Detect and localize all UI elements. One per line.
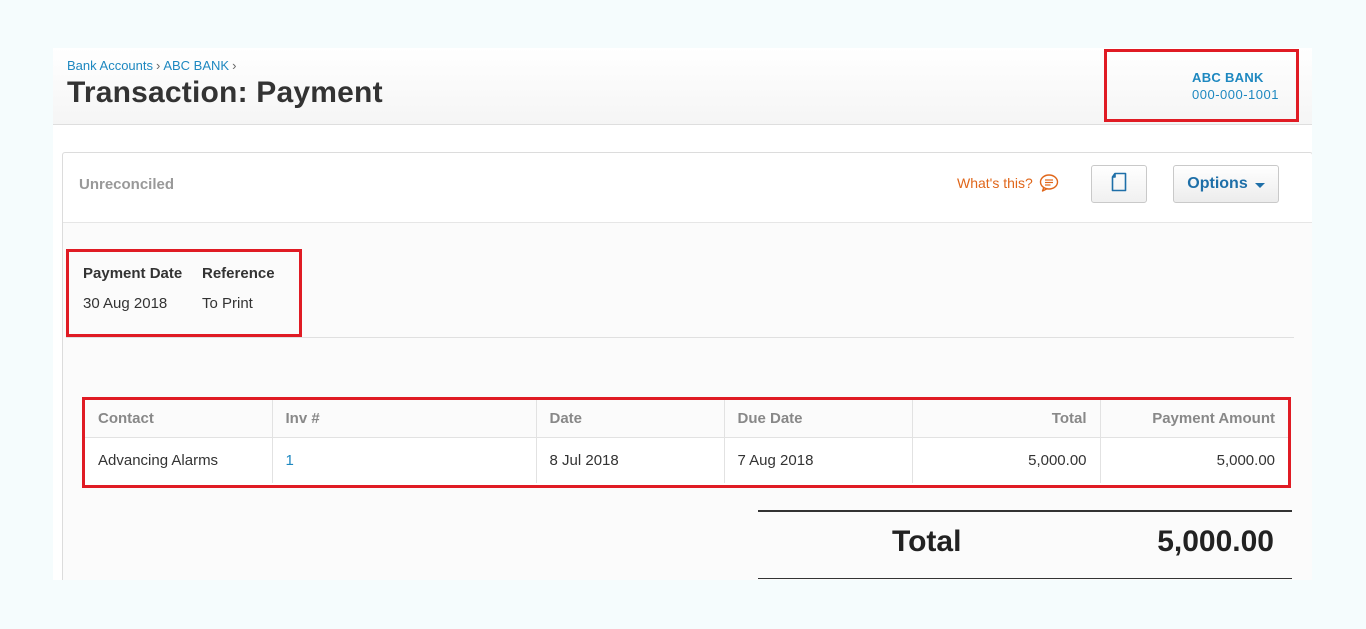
breadcrumb-separator: › <box>156 58 161 73</box>
speech-bubble-icon <box>1039 174 1059 192</box>
table-header-row: Contact Inv # Date Due Date Total Paymen… <box>85 400 1288 438</box>
account-name[interactable]: ABC BANK <box>1192 70 1264 85</box>
cell-date: 8 Jul 2018 <box>536 437 725 483</box>
account-highlight-box: ABC BANK 000-000-1001 <box>1104 49 1299 122</box>
page-title: Transaction: Payment <box>67 76 383 109</box>
options-button[interactable]: Options <box>1173 165 1279 203</box>
column-header-due-date[interactable]: Due Date <box>724 400 913 438</box>
column-header-inv[interactable]: Inv # <box>272 400 537 438</box>
document-icon <box>1111 172 1127 197</box>
cell-payment-amount: 5,000.00 <box>1216 452 1275 469</box>
breadcrumb: Bank Accounts › ABC BANK › <box>67 58 239 73</box>
invoice-table-box: Contact Inv # Date Due Date Total Paymen… <box>82 397 1291 488</box>
whats-this-label: What's this? <box>957 175 1033 191</box>
invoice-table: Contact Inv # Date Due Date Total Paymen… <box>85 400 1288 483</box>
transaction-panel: Unreconciled What's this? Options Paymen… <box>62 152 1312 580</box>
breadcrumb-abc-bank[interactable]: ABC BANK <box>163 58 229 73</box>
whats-this-link[interactable]: What's this? <box>957 174 1059 192</box>
invoice-link[interactable]: 1 <box>286 452 294 469</box>
total-summary: Total 5,000.00 <box>758 510 1292 580</box>
cell-total: 5,000.00 <box>912 437 1101 483</box>
document-button[interactable] <box>1091 165 1147 203</box>
payment-date-label: Payment Date <box>83 265 183 282</box>
payment-details-box: Payment Date Reference 30 Aug 2018 To Pr… <box>66 249 302 337</box>
table-row: Advancing Alarms 1 8 Jul 2018 7 Aug 2018… <box>85 437 1288 483</box>
cell-inv: 1 <box>272 437 537 483</box>
breadcrumb-bank-accounts[interactable]: Bank Accounts <box>67 58 153 73</box>
reference-value: To Print <box>202 295 253 312</box>
column-header-total[interactable]: Total <box>912 400 1101 438</box>
panel-toolbar: Unreconciled What's this? Options <box>63 153 1312 223</box>
status-label: Unreconciled <box>79 176 175 193</box>
cell-contact: Advancing Alarms <box>85 437 273 483</box>
reference-label: Reference <box>202 265 275 282</box>
section-divider <box>66 337 1294 338</box>
page-header: Bank Accounts › ABC BANK › Transaction: Pay… <box>53 48 1312 125</box>
transaction-frame: Bank Accounts › ABC BANK › Transaction: Pay… <box>53 48 1312 580</box>
total-value: 5,000.00 <box>1157 525 1274 558</box>
account-number[interactable]: 000-000-1001 <box>1192 87 1279 102</box>
payment-date-value: 30 Aug 2018 <box>83 295 168 312</box>
total-label: Total <box>892 525 962 558</box>
breadcrumb-separator: › <box>232 58 237 73</box>
column-header-contact[interactable]: Contact <box>85 400 273 438</box>
cell-due-date: 7 Aug 2018 <box>724 437 913 483</box>
caret-down-icon <box>1254 182 1265 188</box>
column-header-date[interactable]: Date <box>536 400 725 438</box>
column-header-payment-amount[interactable]: Payment Amount <box>1100 400 1288 438</box>
options-label: Options <box>1187 175 1248 192</box>
